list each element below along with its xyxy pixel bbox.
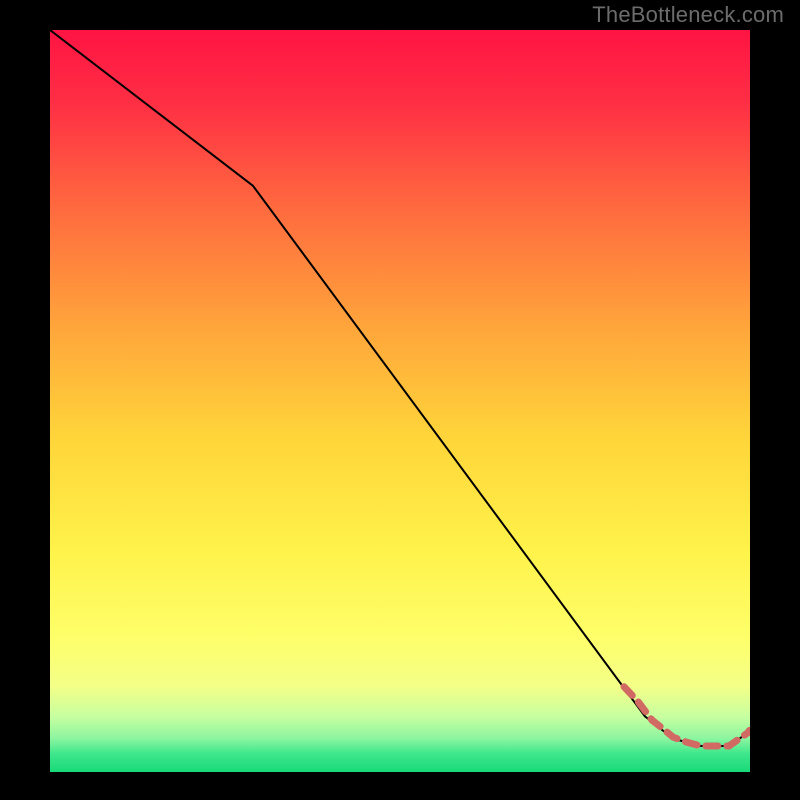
attribution-label: TheBottleneck.com bbox=[592, 2, 784, 28]
chart-svg bbox=[50, 30, 750, 772]
chart-frame: TheBottleneck.com bbox=[0, 0, 800, 800]
plot-area bbox=[50, 30, 750, 772]
gradient-background bbox=[50, 30, 750, 772]
